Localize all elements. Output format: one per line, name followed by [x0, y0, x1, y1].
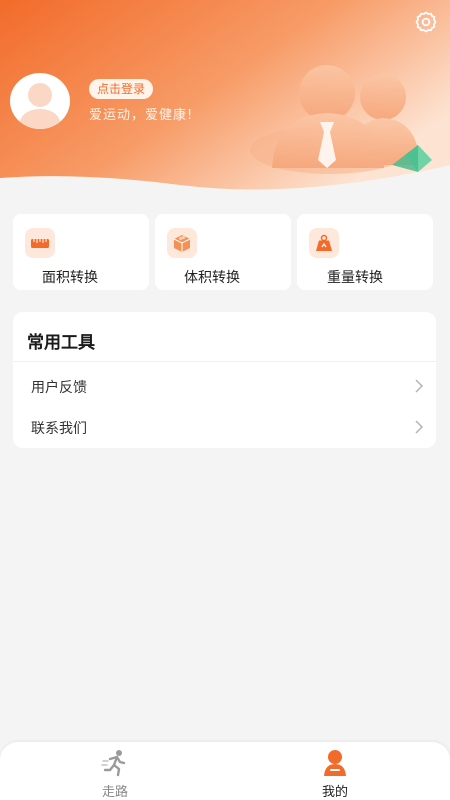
user-icon [324, 750, 346, 776]
contact-row[interactable]: 联系我们 [13, 407, 436, 447]
avatar[interactable] [10, 73, 70, 129]
settings-button[interactable] [412, 8, 440, 36]
converter-cards: 面积转换 体积转换 重量转换 [13, 214, 433, 290]
row-label: 联系我们 [31, 421, 87, 437]
feedback-row[interactable]: 用户反馈 [13, 366, 436, 406]
default-avatar-icon [18, 83, 62, 129]
ruler-icon [25, 228, 55, 258]
row-label: 用户反馈 [31, 380, 87, 396]
area-converter-card[interactable]: 面积转换 [13, 214, 149, 290]
slogan-text: 爱运动，爱健康! [89, 108, 194, 123]
running-icon [101, 750, 126, 777]
box-icon [167, 228, 197, 258]
profile-header: 点击登录 爱运动，爱健康! [0, 0, 450, 200]
card-label: 面积转换 [42, 270, 98, 286]
chevron-right-icon [415, 379, 424, 393]
card-label: 体积转换 [184, 270, 240, 286]
volume-converter-card[interactable]: 体积转换 [155, 214, 291, 290]
weight-converter-card[interactable]: 重量转换 [297, 214, 433, 290]
divider [13, 361, 436, 362]
card-label: 重量转换 [327, 270, 383, 286]
tab-label: 走路 [101, 785, 128, 800]
tab-walk[interactable]: 走路 [55, 742, 175, 800]
bottom-tab-bar: 走路 我的 [0, 742, 450, 800]
chevron-right-icon [415, 420, 424, 434]
weight-icon [309, 228, 339, 258]
common-tools-panel: 常用工具 用户反馈 联系我们 [13, 312, 436, 448]
tab-label: 我的 [321, 785, 348, 800]
section-title: 常用工具 [27, 333, 95, 353]
gear-icon [415, 11, 437, 33]
tab-mine[interactable]: 我的 [275, 742, 395, 800]
login-button[interactable]: 点击登录 [89, 79, 154, 99]
